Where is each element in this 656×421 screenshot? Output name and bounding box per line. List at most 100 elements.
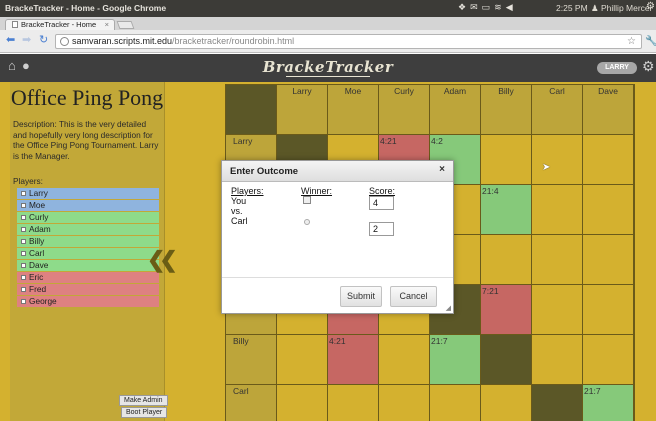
player-item[interactable]: Adam	[17, 224, 159, 235]
player-item[interactable]: Larry	[17, 188, 159, 199]
match-cell[interactable]	[481, 135, 532, 185]
forward-arrow-icon[interactable]: ➡	[22, 35, 31, 46]
back-arrow-icon[interactable]: ⬅	[6, 35, 15, 46]
wifi-icon[interactable]: ≋	[494, 2, 506, 12]
settings-gear-icon[interactable]: ⚙	[642, 58, 655, 74]
score-column-label: Score:	[369, 186, 396, 196]
clock[interactable]: 2:25 PM	[556, 3, 588, 13]
current-user-pill[interactable]: LARRY	[597, 62, 637, 74]
cancel-button[interactable]: Cancel	[390, 286, 437, 307]
score-input-player-two[interactable]: 2	[369, 222, 394, 236]
player-checkbox[interactable]	[21, 239, 26, 244]
winner-radio-player-two[interactable]	[304, 219, 310, 225]
boot-player-button[interactable]: Boot Player	[121, 407, 168, 418]
player-item[interactable]: Moe	[17, 200, 159, 211]
tournament-title: Office Ping Pong	[10, 85, 164, 110]
match-cell[interactable]: 21:7	[430, 335, 481, 385]
player-name: Eric	[29, 272, 44, 282]
player-item[interactable]: George	[17, 296, 159, 307]
player-item[interactable]: Billy	[17, 236, 159, 247]
dialog-close-icon[interactable]: ×	[439, 164, 445, 175]
match-cell[interactable]	[532, 185, 583, 235]
browser-toolbar: ⬅ ➡ ↻ samvaran.scripts.mit.edu/bracketra…	[0, 30, 656, 53]
grid-row: Billy 4:21 21:7	[226, 335, 634, 385]
match-cell[interactable]	[583, 185, 634, 235]
player-checkbox[interactable]	[21, 299, 26, 304]
match-cell[interactable]: 21:4	[481, 185, 532, 235]
url-host: samvaran.scripts.mit.edu	[72, 36, 173, 46]
make-admin-button[interactable]: Make Admin	[119, 395, 168, 406]
match-cell[interactable]	[583, 285, 634, 335]
system-gear-icon[interactable]: ⚙	[646, 1, 655, 12]
match-cell[interactable]	[532, 135, 583, 185]
player-checkbox[interactable]	[21, 191, 26, 196]
match-cell[interactable]	[532, 285, 583, 335]
dialog-divider	[222, 277, 453, 278]
player-checkbox[interactable]	[21, 287, 26, 292]
url-path: /bracketracker/roundrobin.html	[172, 36, 295, 46]
match-cell[interactable]: 4:21	[328, 335, 379, 385]
player-item[interactable]: Carl	[17, 248, 159, 259]
match-cell[interactable]	[481, 385, 532, 421]
player-item[interactable]: Fred	[17, 284, 159, 295]
player-one-name: You	[231, 196, 247, 206]
match-cell[interactable]: 21:7	[583, 385, 634, 421]
tab-label: BrackeTracker - Home	[21, 20, 97, 29]
tray-icons[interactable]: ❖✉▭≋◀	[458, 2, 517, 13]
player-checkbox[interactable]	[21, 227, 26, 232]
wrench-icon[interactable]: 🔧	[645, 36, 656, 47]
score-input-player-one[interactable]: 4	[369, 196, 394, 210]
player-item[interactable]: Eric	[17, 272, 159, 283]
match-cell[interactable]	[277, 385, 328, 421]
match-cell[interactable]	[583, 235, 634, 285]
column-header: Curly	[379, 85, 430, 135]
dropbox-icon[interactable]: ❖	[458, 2, 470, 12]
match-score: 21:7	[431, 336, 448, 346]
match-cell[interactable]	[583, 135, 634, 185]
winner-checkbox-player-one[interactable]	[303, 196, 311, 204]
battery-icon[interactable]: ▭	[482, 2, 495, 12]
player-checkbox[interactable]	[21, 215, 26, 220]
mail-icon[interactable]: ✉	[470, 2, 482, 12]
self-match-cell	[481, 335, 532, 385]
app-logo[interactable]: BrackeTracker	[0, 58, 656, 77]
match-cell[interactable]: 7:21	[481, 285, 532, 335]
submit-button[interactable]: Submit	[340, 286, 382, 307]
player-checkbox[interactable]	[21, 275, 26, 280]
os-top-bar: BrackeTracker - Home - Google Chrome ❖✉▭…	[0, 0, 656, 17]
self-match-cell	[532, 385, 583, 421]
tab-close-icon[interactable]: ×	[105, 20, 109, 30]
match-cell[interactable]	[583, 335, 634, 385]
volume-icon[interactable]: ◀	[506, 2, 517, 12]
collapse-sidebar-icon[interactable]: ❮❮	[147, 247, 178, 273]
logo-underline	[286, 76, 370, 77]
player-two-name: Carl	[231, 216, 248, 226]
address-bar[interactable]: samvaran.scripts.mit.edu/bracketracker/r…	[55, 34, 642, 49]
os-user[interactable]: ♟ Phillip Mercer	[591, 3, 653, 14]
reload-icon[interactable]: ↻	[39, 35, 48, 46]
match-cell[interactable]	[379, 385, 430, 421]
match-cell[interactable]	[532, 335, 583, 385]
match-cell[interactable]	[430, 385, 481, 421]
match-cell[interactable]	[481, 235, 532, 285]
player-checkbox[interactable]	[21, 203, 26, 208]
player-checkbox[interactable]	[21, 263, 26, 268]
winner-column-label: Winner:	[301, 186, 333, 196]
match-cell[interactable]	[328, 385, 379, 421]
match-cell[interactable]	[379, 335, 430, 385]
new-tab-button[interactable]	[116, 21, 135, 29]
player-item[interactable]: Dave	[17, 260, 159, 271]
match-cell[interactable]	[277, 335, 328, 385]
resize-handle-icon[interactable]: ◢	[446, 304, 451, 312]
tab-strip: BrackeTracker - Home ×	[0, 17, 656, 30]
user-icon: ♟	[591, 3, 599, 13]
os-user-name: Phillip Mercer	[601, 3, 653, 13]
tab-bracketracker[interactable]: BrackeTracker - Home ×	[5, 19, 115, 30]
column-header: Moe	[328, 85, 379, 135]
bookmark-star-icon[interactable]: ☆	[627, 35, 636, 48]
player-item[interactable]: Curly	[17, 212, 159, 223]
player-name: Larry	[29, 188, 48, 198]
player-checkbox[interactable]	[21, 251, 26, 256]
match-cell[interactable]	[532, 235, 583, 285]
versus-label: vs.	[231, 206, 243, 216]
